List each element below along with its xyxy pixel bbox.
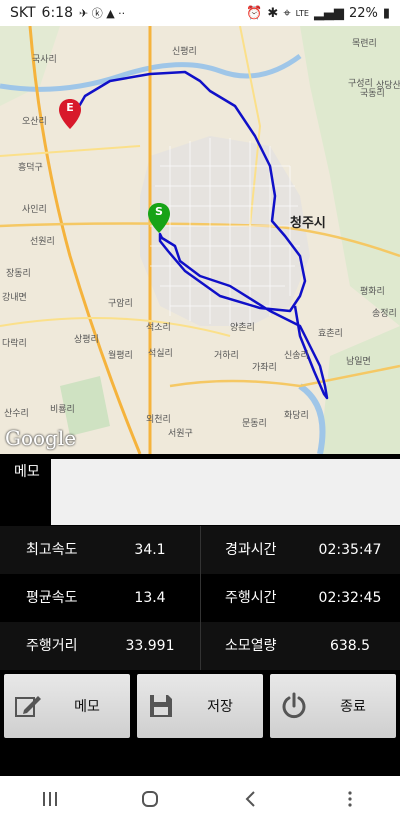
- place-label: 산수리: [4, 409, 29, 419]
- memo-button-label: 메모: [74, 699, 100, 715]
- avg-speed-label: 평균속도: [26, 590, 78, 606]
- save-icon: [147, 692, 175, 720]
- place-label: 다락리: [2, 339, 27, 349]
- memo-button[interactable]: 메모: [4, 674, 130, 738]
- place-label: 목련리: [352, 39, 377, 49]
- place-label: 가좌리: [252, 363, 277, 373]
- save-button-label: 저장: [207, 699, 233, 715]
- notification-icon: ✈ ⓚ ▲ ··: [79, 7, 126, 20]
- place-label: 화당리: [284, 411, 309, 421]
- place-label: 거하리: [214, 351, 239, 361]
- exit-button-label: 종료: [340, 699, 366, 715]
- district-label: 흥덕구: [18, 163, 43, 173]
- place-label: 강내면: [2, 293, 27, 303]
- end-marker-icon[interactable]: E: [59, 99, 81, 129]
- place-label: 석실리: [148, 349, 173, 359]
- carrier-label: SKT: [10, 5, 36, 21]
- more-options-icon[interactable]: [330, 779, 370, 819]
- elapsed-time-label: 경과시간: [225, 542, 277, 558]
- calories-label: 소모열량: [225, 638, 277, 654]
- place-label: 신송리: [284, 351, 309, 361]
- status-bar: SKT 6:18 ✈ ⓚ ▲ ·· ⏰ ✱ ⌖ LTE ▂▄▆ 22% ▮: [0, 0, 400, 26]
- clock: 6:18: [41, 5, 73, 21]
- distance-value: 33.991: [125, 638, 175, 654]
- place-label: 남일면: [346, 357, 371, 367]
- place-label: 비룡리: [50, 405, 75, 415]
- place-label: 사인리: [22, 205, 47, 215]
- end-marker-label: E: [66, 101, 74, 114]
- district-label-2: 서원구: [168, 429, 193, 439]
- place-label: 국동리: [360, 89, 385, 99]
- save-button[interactable]: 저장: [137, 674, 263, 738]
- place-label: 상평리: [74, 335, 99, 345]
- place-label: 월평리: [108, 351, 133, 361]
- start-marker-icon[interactable]: S: [148, 203, 170, 233]
- place-label: 장동리: [6, 269, 31, 279]
- place-label: 신평리: [172, 47, 197, 57]
- place-label: 양촌리: [230, 323, 255, 333]
- power-icon: [280, 692, 308, 720]
- network-label: LTE: [295, 8, 309, 18]
- location-icon: ⌖: [283, 5, 291, 21]
- calories-value: 638.5: [329, 638, 371, 654]
- battery-icon: ▮: [382, 5, 390, 21]
- recent-apps-icon[interactable]: [30, 779, 70, 819]
- map-graphics: [0, 26, 400, 454]
- place-label: 외천리: [146, 415, 171, 425]
- stats-divider: [200, 526, 201, 670]
- distance-label: 주행거리: [26, 638, 78, 654]
- back-icon[interactable]: [230, 779, 270, 819]
- action-bar: 메모 저장 종료: [0, 670, 400, 776]
- place-label: 선원리: [30, 237, 55, 247]
- place-label: 국사리: [32, 55, 57, 65]
- exit-button[interactable]: 종료: [270, 674, 396, 738]
- memo-label: 메모: [14, 464, 40, 480]
- system-nav-bar: [0, 776, 400, 822]
- elapsed-time-value: 02:35:47: [318, 542, 382, 558]
- avg-speed-value: 13.4: [134, 590, 166, 606]
- battery-label: 22%: [348, 5, 378, 21]
- max-speed-value: 34.1: [134, 542, 166, 558]
- place-label: 평화리: [360, 287, 385, 297]
- moving-time-value: 02:32:45: [318, 590, 382, 606]
- edit-icon: [14, 692, 42, 720]
- memo-input[interactable]: [51, 459, 400, 525]
- start-marker-label: S: [155, 205, 163, 218]
- max-speed-label: 최고속도: [26, 542, 78, 558]
- place-label: 송정리: [372, 309, 397, 319]
- alarm-icon: ⏰: [246, 5, 263, 21]
- stats-panel: 최고속도 34.1 경과시간 02:35:47 평균속도 13.4 주행시간 0…: [0, 526, 400, 670]
- memo-section: 메모: [0, 454, 400, 526]
- home-icon[interactable]: [130, 779, 170, 819]
- bluetooth-icon: ✱: [267, 5, 279, 21]
- place-label: 오산리: [22, 117, 47, 127]
- moving-time-label: 주행시간: [225, 590, 277, 606]
- city-label: 청주시: [290, 216, 326, 231]
- place-label: 구암리: [108, 299, 133, 309]
- signal-icon: ▂▄▆: [313, 5, 344, 21]
- google-logo: Google: [5, 426, 77, 450]
- place-label: 문동리: [242, 419, 267, 429]
- place-label: 효촌리: [318, 329, 343, 339]
- route-map[interactable]: E S 청주시 흥덕구 서원구 국사리 신평리 오산리 사인리 선원리 구성리 …: [0, 26, 400, 454]
- place-label: 석소리: [146, 323, 171, 333]
